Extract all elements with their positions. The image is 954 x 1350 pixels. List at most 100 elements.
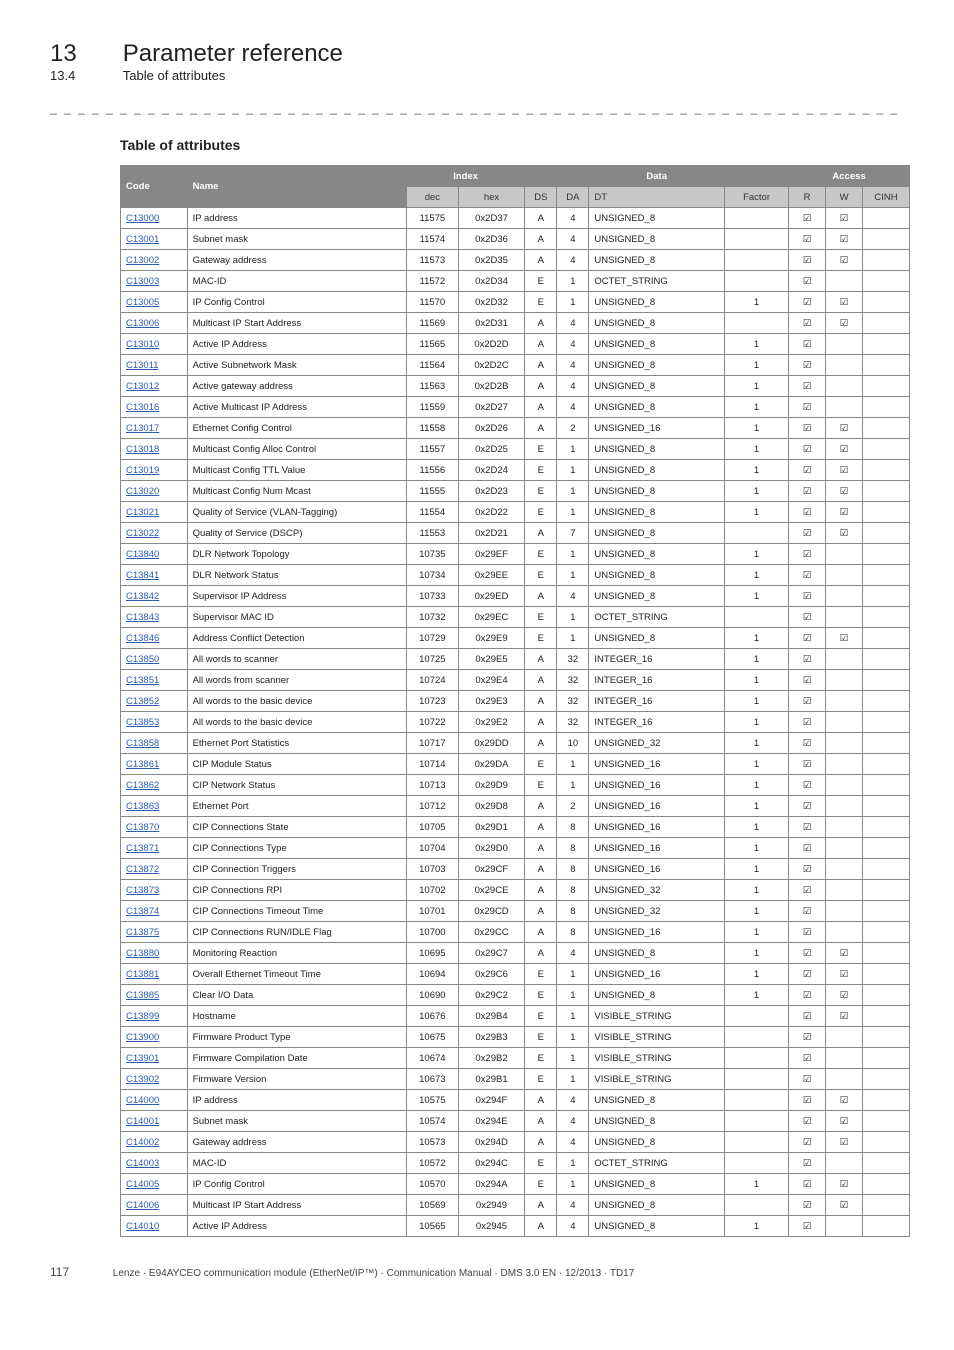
cell-w <box>826 1069 863 1090</box>
cell-da: 10 <box>557 733 589 754</box>
code-link[interactable]: C13002 <box>126 255 159 266</box>
code-link[interactable]: C13003 <box>126 276 159 287</box>
code-link[interactable]: C13012 <box>126 381 159 392</box>
cell-dt: UNSIGNED_8 <box>589 208 725 229</box>
code-link[interactable]: C14002 <box>126 1137 159 1148</box>
cell-dt: UNSIGNED_8 <box>589 565 725 586</box>
cell-ds: A <box>525 733 557 754</box>
cell-factor: 1 <box>724 292 788 313</box>
cell-dec: 10733 <box>406 586 458 607</box>
code-link[interactable]: C14005 <box>126 1179 159 1190</box>
code-link[interactable]: C13875 <box>126 927 159 938</box>
table-row: C14003MAC-ID105720x294CE1OCTET_STRING☑ <box>121 1153 910 1174</box>
code-link[interactable]: C13021 <box>126 507 159 518</box>
code-link[interactable]: C13842 <box>126 591 159 602</box>
code-link[interactable]: C13019 <box>126 465 159 476</box>
code-link[interactable]: C13874 <box>126 906 159 917</box>
code-link[interactable]: C13001 <box>126 234 159 245</box>
cell-w <box>826 334 863 355</box>
code-link[interactable]: C13870 <box>126 822 159 833</box>
cell-da: 1 <box>557 607 589 628</box>
code-link[interactable]: C13840 <box>126 549 159 560</box>
code-link[interactable]: C13901 <box>126 1053 159 1064</box>
code-link[interactable]: C13852 <box>126 696 159 707</box>
code-link[interactable]: C13863 <box>126 801 159 812</box>
cell-cinh <box>863 355 910 376</box>
code-link[interactable]: C13899 <box>126 1011 159 1022</box>
code-link[interactable]: C13843 <box>126 612 159 623</box>
cell-ds: E <box>525 1027 557 1048</box>
code-link[interactable]: C13010 <box>126 339 159 350</box>
code-link[interactable]: C13017 <box>126 423 159 434</box>
cell-factor: 1 <box>724 1174 788 1195</box>
cell-name: DLR Network Status <box>187 565 406 586</box>
code-link[interactable]: C13850 <box>126 654 159 665</box>
cell-r: ☑ <box>789 397 826 418</box>
cell-name: Supervisor IP Address <box>187 586 406 607</box>
code-link[interactable]: C13011 <box>126 360 159 371</box>
code-link[interactable]: C13016 <box>126 402 159 413</box>
cell-w: ☑ <box>826 964 863 985</box>
cell-r: ☑ <box>789 1216 826 1237</box>
cell-hex: 0x2D2C <box>458 355 525 376</box>
cell-hex: 0x29E4 <box>458 670 525 691</box>
code-link[interactable]: C13873 <box>126 885 159 896</box>
table-row: C13842Supervisor IP Address107330x29EDA4… <box>121 586 910 607</box>
cell-dec: 11557 <box>406 439 458 460</box>
code-link[interactable]: C13006 <box>126 318 159 329</box>
cell-factor: 1 <box>724 334 788 355</box>
code-link[interactable]: C14000 <box>126 1095 159 1106</box>
code-link[interactable]: C13000 <box>126 213 159 224</box>
code-link[interactable]: C13902 <box>126 1074 159 1085</box>
code-link[interactable]: C13900 <box>126 1032 159 1043</box>
cell-dec: 10700 <box>406 922 458 943</box>
cell-hex: 0x2D24 <box>458 460 525 481</box>
cell-r: ☑ <box>789 355 826 376</box>
cell-ds: A <box>525 1216 557 1237</box>
cell-dt: UNSIGNED_8 <box>589 229 725 250</box>
cell-w <box>826 376 863 397</box>
code-link[interactable]: C14001 <box>126 1116 159 1127</box>
code-link[interactable]: C14006 <box>126 1200 159 1211</box>
cell-w: ☑ <box>826 523 863 544</box>
code-link[interactable]: C13846 <box>126 633 159 644</box>
cell-dt: UNSIGNED_8 <box>589 397 725 418</box>
cell-cinh <box>863 985 910 1006</box>
code-link[interactable]: C14003 <box>126 1158 159 1169</box>
code-link[interactable]: C13872 <box>126 864 159 875</box>
cell-name: IP address <box>187 1090 406 1111</box>
cell-dt: UNSIGNED_8 <box>589 628 725 649</box>
page-number: 117 <box>50 1265 110 1279</box>
cell-dt: UNSIGNED_32 <box>589 901 725 922</box>
cell-r: ☑ <box>789 292 826 313</box>
code-link[interactable]: C13861 <box>126 759 159 770</box>
cell-dt: UNSIGNED_8 <box>589 250 725 271</box>
cell-ds: A <box>525 1090 557 1111</box>
cell-code: C13872 <box>121 859 188 880</box>
cell-name: Multicast Config TTL Value <box>187 460 406 481</box>
cell-hex: 0x2D26 <box>458 418 525 439</box>
code-link[interactable]: C13858 <box>126 738 159 749</box>
cell-code: C13873 <box>121 880 188 901</box>
code-link[interactable]: C13020 <box>126 486 159 497</box>
code-link[interactable]: C13841 <box>126 570 159 581</box>
cell-hex: 0x29D9 <box>458 775 525 796</box>
code-link[interactable]: C14010 <box>126 1221 159 1232</box>
cell-r: ☑ <box>789 670 826 691</box>
code-link[interactable]: C13853 <box>126 717 159 728</box>
cell-code: C13005 <box>121 292 188 313</box>
code-link[interactable]: C13880 <box>126 948 159 959</box>
code-link[interactable]: C13851 <box>126 675 159 686</box>
cell-ds: A <box>525 691 557 712</box>
cell-code: C13851 <box>121 670 188 691</box>
code-link[interactable]: C13022 <box>126 528 159 539</box>
code-link[interactable]: C13871 <box>126 843 159 854</box>
code-link[interactable]: C13018 <box>126 444 159 455</box>
cell-name: Active IP Address <box>187 1216 406 1237</box>
code-link[interactable]: C13005 <box>126 297 159 308</box>
code-link[interactable]: C13881 <box>126 969 159 980</box>
code-link[interactable]: C13862 <box>126 780 159 791</box>
code-link[interactable]: C13885 <box>126 990 159 1001</box>
cell-r: ☑ <box>789 859 826 880</box>
table-row: C13871CIP Connections Type107040x29D0A8U… <box>121 838 910 859</box>
